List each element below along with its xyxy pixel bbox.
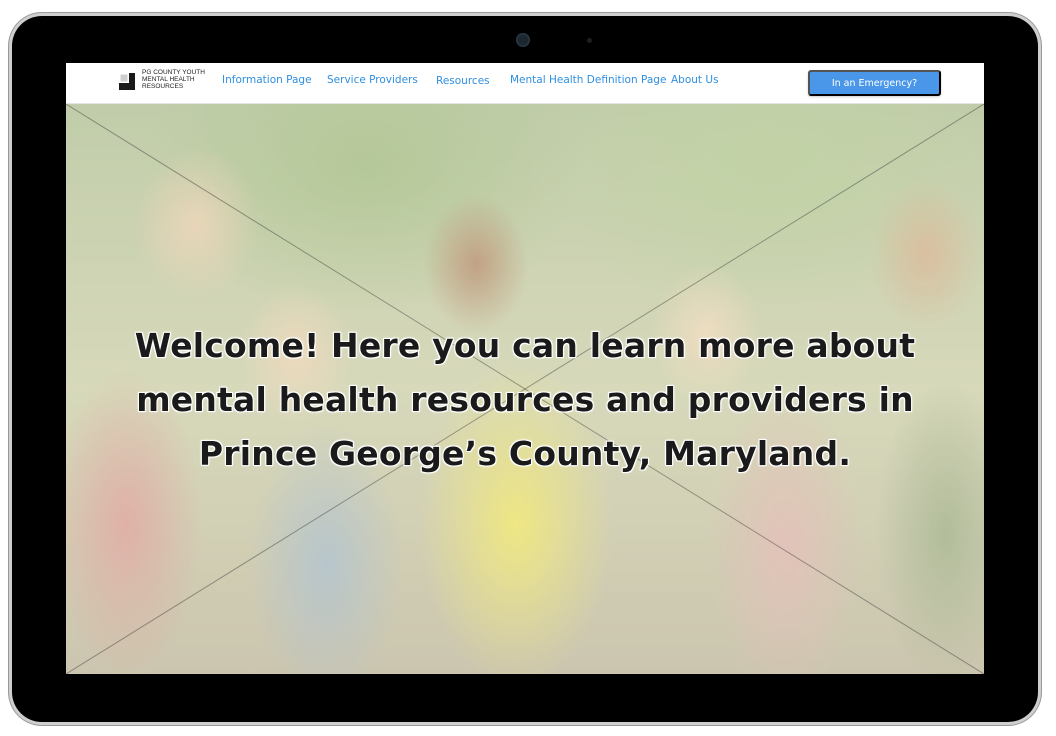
hero-welcome-heading: Welcome! Here you can learn more about m…	[134, 326, 916, 473]
hero-banner: Welcome! Here you can learn more about m…	[66, 104, 984, 674]
camera-icon	[516, 33, 530, 47]
site-logo-text[interactable]: PG COUNTY YOUTH MENTAL HEALTH RESOURCES	[142, 69, 212, 90]
nav-link-resources[interactable]: Resources	[436, 75, 490, 87]
nav-link-information-page[interactable]: Information Page	[222, 74, 312, 86]
sensor-dot	[587, 38, 592, 43]
cube-logo-icon[interactable]	[119, 73, 135, 90]
emergency-button[interactable]: In an Emergency?	[808, 70, 941, 96]
nav-link-service-providers[interactable]: Service Providers	[327, 74, 418, 86]
browser-screen: PG COUNTY YOUTH MENTAL HEALTH RESOURCES …	[66, 63, 984, 674]
top-navigation-bar: PG COUNTY YOUTH MENTAL HEALTH RESOURCES …	[66, 63, 984, 104]
nav-link-about-us[interactable]: About Us	[671, 74, 719, 86]
nav-link-mental-health-definition[interactable]: Mental Health Definition Page	[510, 74, 666, 86]
